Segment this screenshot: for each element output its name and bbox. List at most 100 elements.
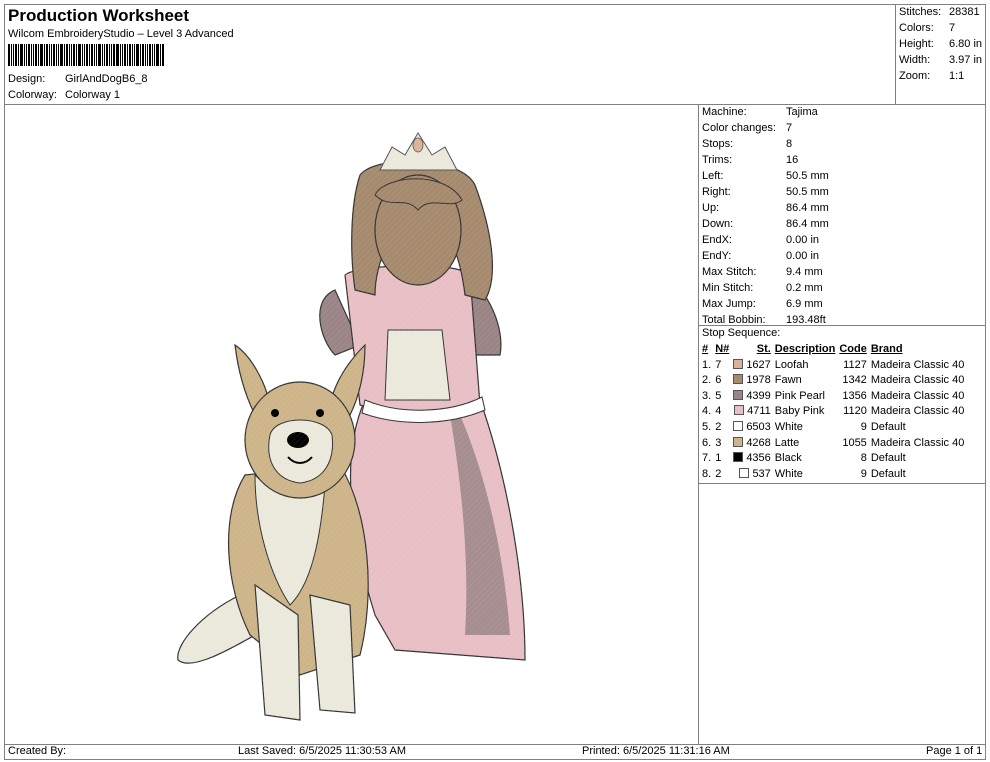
- info-row: Stops: 8: [702, 138, 793, 150]
- summary-row: Colors: 7: [899, 22, 956, 34]
- row-stitches: 4711: [731, 404, 773, 420]
- color-swatch: [733, 420, 744, 431]
- row-stitches: 537: [731, 467, 773, 483]
- design-label: Design:: [8, 73, 46, 85]
- col-description: Description: [774, 343, 836, 355]
- row-brand: Default: [870, 420, 906, 433]
- footer-bar: [4, 744, 986, 760]
- color-swatch: [739, 467, 750, 478]
- info-row: EndY: 0.00 in: [702, 250, 820, 262]
- summary-row: Zoom: 1:1: [899, 70, 965, 82]
- stitch-texture: [160, 115, 540, 735]
- col-stitches: St.: [756, 343, 771, 355]
- info-row: Color changes: 7: [702, 122, 793, 134]
- table-row: 3. 5 4399 Pink Pearl 1356 Madeira Classic 40: [700, 389, 966, 405]
- row-description: Pink Pearl: [774, 389, 825, 402]
- col-code: Code: [839, 343, 867, 355]
- table-header-row: # N# St. Description Code Brand: [700, 342, 966, 358]
- row-stitches: 4356: [731, 451, 773, 467]
- colorway-value: Colorway 1: [65, 89, 121, 101]
- row-description: White: [774, 467, 803, 480]
- row-code: 1055: [842, 436, 867, 449]
- row-code: 8: [860, 452, 867, 465]
- row-brand: Madeira Classic 40: [870, 389, 965, 402]
- colorway-label: Colorway:: [8, 89, 57, 101]
- design-value: GirlAndDogB6_8: [65, 73, 148, 85]
- row-stitches: 6503: [731, 420, 773, 436]
- table-row: 2. 6 1978 Fawn 1342 Madeira Classic 40: [700, 373, 966, 389]
- summary-row: Width: 3.97 in: [899, 54, 983, 66]
- col-index: #: [702, 343, 709, 355]
- row-code: 1356: [842, 389, 867, 402]
- info-row: Left: 50.5 mm: [702, 170, 829, 182]
- row-description: Black: [774, 452, 802, 465]
- row-needle: 3: [715, 436, 722, 449]
- row-needle: 5: [715, 389, 722, 402]
- stops-divider: [698, 483, 986, 484]
- row-stitches: 1978: [731, 373, 773, 389]
- page-number: Page 1 of 1: [926, 745, 983, 757]
- row-brand: Madeira Classic 40: [870, 374, 965, 387]
- info-row: Down: 86.4 mm: [702, 218, 829, 230]
- row-needle: 1: [715, 452, 722, 465]
- info-row: Total Bobbin: 193.48ft: [702, 314, 826, 326]
- row-index: 8.: [702, 467, 712, 480]
- summary-list: Stitches: 28381 Colors: 7 Height: 6.80 in W…: [899, 4, 982, 84]
- software-name: Wilcom EmbroideryStudio – Level 3 Advanc…: [8, 28, 234, 40]
- info-row: Machine: Tajima: [702, 106, 818, 118]
- row-code: 9: [860, 467, 867, 480]
- info-row: Min Stitch: 0.2 mm: [702, 282, 823, 294]
- row-index: 2.: [702, 374, 712, 387]
- info-row: EndX: 0.00 in: [702, 234, 820, 246]
- machine-info: Machine: Tajima Color changes: 7 Stops: 8 T…: [702, 104, 829, 328]
- color-swatch: [734, 405, 745, 416]
- row-description: Latte: [774, 436, 800, 449]
- color-swatch: [733, 358, 744, 369]
- row-stitches: 4399: [731, 389, 773, 405]
- color-swatch: [733, 374, 744, 385]
- color-swatch: [733, 389, 744, 400]
- row-description: Loofah: [774, 358, 809, 371]
- info-row: Trims: 16: [702, 154, 799, 166]
- info-row: Right: 50.5 mm: [702, 186, 829, 198]
- table-row: 8. 2 537 White 9 Default: [700, 467, 966, 483]
- row-needle: 4: [715, 405, 722, 418]
- row-needle: 7: [715, 358, 722, 371]
- last-saved: Last Saved: 6/5/2025 11:30:53 AM: [238, 745, 406, 757]
- row-needle: 2: [715, 467, 722, 480]
- info-row: Max Jump: 6.9 mm: [702, 298, 823, 310]
- info-row: Up: 86.4 mm: [702, 202, 829, 214]
- row-needle: 2: [715, 420, 722, 433]
- row-code: 1120: [843, 405, 867, 418]
- row-description: White: [774, 420, 803, 433]
- row-brand: Madeira Classic 40: [870, 358, 965, 371]
- page-title: Production Worksheet: [8, 6, 190, 25]
- row-stitches: 1627: [731, 358, 773, 374]
- info-row: Max Stitch: 9.4 mm: [702, 266, 823, 278]
- row-description: Fawn: [774, 374, 802, 387]
- row-index: 4.: [702, 405, 712, 418]
- table-row: 6. 3 4268 Latte 1055 Madeira Classic 40: [700, 436, 966, 452]
- row-index: 5.: [702, 420, 712, 433]
- row-index: 3.: [702, 389, 712, 402]
- printed-date: Printed: 6/5/2025 11:31:16 AM: [582, 745, 730, 757]
- table-row: 4. 4 4711 Baby Pink 1120 Madeira Classic 40: [700, 404, 966, 420]
- table-row: 1. 7 1627 Loofah 1127 Madeira Classic 40: [700, 358, 966, 374]
- row-code: 9: [860, 420, 867, 433]
- col-needle: N#: [715, 343, 730, 355]
- row-needle: 6: [715, 374, 722, 387]
- row-brand: Default: [870, 452, 906, 465]
- color-swatch: [733, 452, 744, 463]
- color-swatch: [733, 436, 744, 447]
- embroidery-preview: [160, 115, 540, 735]
- table-row: 5. 2 6503 White 9 Default: [700, 420, 966, 436]
- summary-row: Stitches: 28381: [899, 6, 980, 18]
- row-code: 1127: [843, 358, 867, 371]
- row-index: 1.: [702, 358, 712, 371]
- stop-sequence-title: Stop Sequence:: [702, 327, 781, 339]
- table-row: 7. 1 4356 Black 8 Default: [700, 451, 966, 467]
- row-brand: Madeira Classic 40: [870, 436, 965, 449]
- row-code: 1342: [842, 374, 867, 387]
- row-stitches: 4268: [731, 436, 773, 452]
- barcode: [8, 44, 208, 66]
